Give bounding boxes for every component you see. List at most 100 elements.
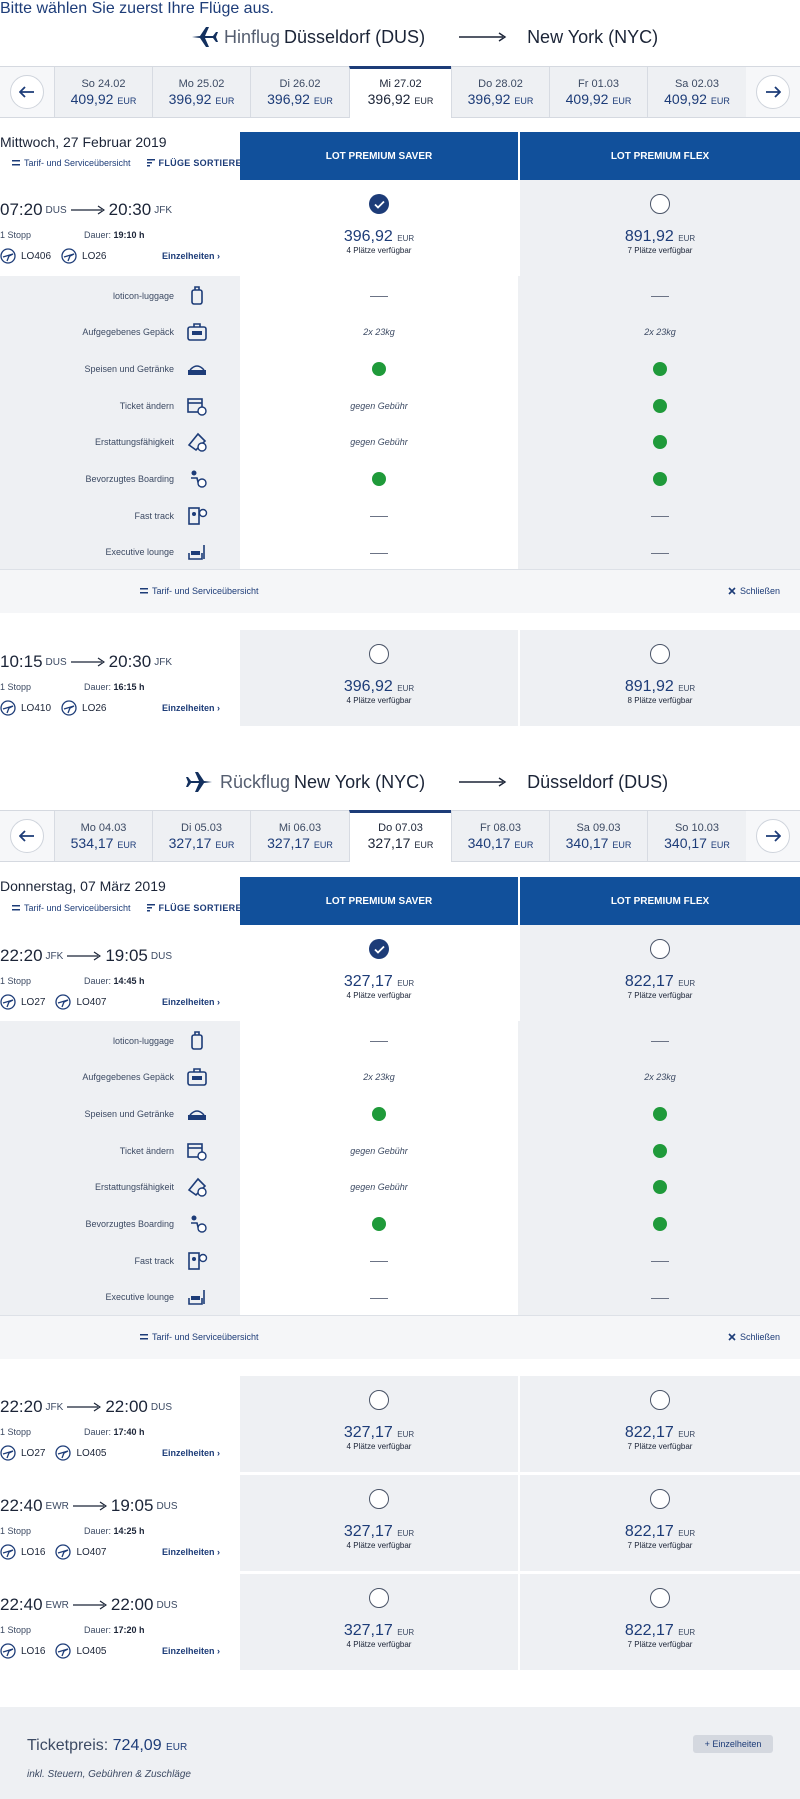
prev-dates-button[interactable] xyxy=(0,67,54,117)
service-value-flex xyxy=(520,1143,800,1158)
service-row: Fast track xyxy=(0,497,800,534)
date-option[interactable]: Di 05.03 327,17 EUR xyxy=(152,811,250,861)
sort-flights-button[interactable]: FLÜGE SORTIEREN xyxy=(146,903,249,913)
tariff-overview-link[interactable]: Tarif- und Serviceübersicht xyxy=(140,586,259,596)
flight-row[interactable]: 22:20 JFK 22:00 DUS 1 Stopp Dauer: 17:40 h … xyxy=(0,1397,238,1461)
prev-dates-button[interactable] xyxy=(0,811,54,861)
tariff-overview-link[interactable]: Tarif- und Serviceübersicht xyxy=(140,1332,259,1342)
included-check-icon xyxy=(372,1106,386,1121)
service-label: Erstattungsfähigkeit xyxy=(94,437,174,448)
flight-row[interactable]: 10:15 DUS 20:30 JFK 1 Stopp Dauer: 16:15 h … xyxy=(0,652,238,716)
service-label: Fast track xyxy=(134,1255,174,1266)
lot-logo-icon xyxy=(55,1643,72,1659)
selected-check-icon xyxy=(369,939,389,959)
date-option[interactable]: Mo 25.02 396,92 EUR xyxy=(152,67,250,117)
price-note: inkl. Steuern, Gebühren & Zuschläge xyxy=(27,1769,191,1780)
service-value-flex: 2x 23kg xyxy=(644,1072,676,1083)
fare-header-saver: LOT PREMIUM SAVER xyxy=(240,132,518,180)
fare-option-saver[interactable]: 327,17 EUR 4 Plätze verfügbar xyxy=(240,1376,518,1472)
flight-row[interactable]: 07:20 DUS 20:30 JFK 1 Stopp Dauer: 19:10 h … xyxy=(0,200,238,264)
outbound-toolbar: Tarif- und Serviceübersicht FLÜGE SORTIE… xyxy=(12,158,249,168)
service-comparison-outbound: loticon-luggage Aufgegebenes Gepäck 2x 23k… xyxy=(0,276,800,613)
radio-button[interactable] xyxy=(650,644,670,664)
fare-option-flex[interactable]: 822,17 EUR 7 Plätze verfügbar xyxy=(520,1376,800,1472)
arrow-left-icon xyxy=(19,86,34,98)
fare-option-saver[interactable]: 327,17 EUR 4 Plätze verfügbar xyxy=(240,925,518,1021)
details-link[interactable]: Einzelheiten › xyxy=(162,703,220,713)
date-option[interactable]: So 24.02 409,92 EUR xyxy=(54,67,152,117)
tariff-overview-link[interactable]: Tarif- und Serviceübersicht xyxy=(12,903,131,913)
service-value-flex xyxy=(520,1106,800,1121)
radio-button[interactable] xyxy=(369,644,389,664)
route-destination: Düsseldorf (DUS) xyxy=(527,771,669,792)
service-value-saver xyxy=(240,1256,518,1266)
date-option[interactable]: Do 28.02 396,92 EUR xyxy=(451,67,549,117)
fare-option-saver[interactable]: 396,92 EUR 4 Plätze verfügbar xyxy=(240,180,518,276)
close-button[interactable]: Schließen xyxy=(728,1332,780,1342)
fare-option-flex[interactable]: 822,17 EUR 7 Plätze verfügbar xyxy=(520,1475,800,1571)
service-value-flex xyxy=(520,511,800,521)
service-row: loticon-luggage xyxy=(0,1022,800,1059)
sort-flights-button[interactable]: FLÜGE SORTIEREN xyxy=(146,158,249,168)
radio-button[interactable] xyxy=(369,1588,389,1608)
details-link[interactable]: Einzelheiten › xyxy=(162,997,220,1007)
fare-option-flex[interactable]: 822,17 EUR 7 Plätze verfügbar xyxy=(520,925,800,1021)
date-option[interactable]: Fr 01.03 409,92 EUR xyxy=(549,67,647,117)
list-icon xyxy=(140,588,148,594)
tariff-overview-link[interactable]: Tarif- und Serviceübersicht xyxy=(12,158,131,168)
date-option[interactable]: Di 26.02 396,92 EUR xyxy=(250,67,349,117)
not-included-dash xyxy=(651,1297,669,1299)
luggage-icon xyxy=(191,1030,203,1050)
fare-option-flex[interactable]: 891,92 EUR 7 Plätze verfügbar xyxy=(520,180,800,276)
fare-option-saver[interactable]: 327,17 EUR 4 Plätze verfügbar xyxy=(240,1574,518,1670)
details-link[interactable]: Einzelheiten › xyxy=(162,1646,220,1656)
date-option-selected[interactable]: Mi 27.02 396,92 EUR xyxy=(349,66,451,118)
date-option[interactable]: So 10.03 340,17 EUR xyxy=(647,811,746,861)
details-link[interactable]: Einzelheiten › xyxy=(162,1547,220,1557)
radio-button[interactable] xyxy=(650,1489,670,1509)
details-link[interactable]: Einzelheiten › xyxy=(162,251,220,261)
included-check-icon xyxy=(653,1217,667,1231)
fare-option-flex[interactable]: 822,17 EUR 7 Plätze verfügbar xyxy=(520,1574,800,1670)
service-comparison-inbound: loticon-luggage Aufgegebenes Gepäck 2x 23k… xyxy=(0,1021,800,1359)
ticket-total-bar: Ticketpreis: 724,09 EUR inkl. Steuern, G… xyxy=(0,1707,800,1799)
date-option[interactable]: Fr 08.03 340,17 EUR xyxy=(451,811,549,861)
date-option[interactable]: Sa 09.03 340,17 EUR xyxy=(549,811,647,861)
not-included-dash xyxy=(370,295,388,297)
radio-button[interactable] xyxy=(650,1390,670,1410)
fare-option-flex[interactable]: 891,92 EUR 8 Plätze verfügbar xyxy=(520,630,800,726)
lot-logo-icon xyxy=(0,1544,16,1560)
date-option[interactable]: Mo 04.03 534,17 EUR xyxy=(54,811,152,861)
service-label: Ticket ändern xyxy=(119,1145,174,1156)
radio-button[interactable] xyxy=(369,1390,389,1410)
flight-row[interactable]: 22:40 EWR 19:05 DUS 1 Stopp Dauer: 14:25 h … xyxy=(0,1496,238,1560)
fast-track-icon xyxy=(188,506,208,525)
date-selector-outbound: So 24.02 409,92 EUR Mo 25.02 396,92 EUR Di… xyxy=(0,66,800,118)
service-value-flex xyxy=(520,291,800,301)
service-label: Fast track xyxy=(134,510,174,521)
refund-ticket-icon xyxy=(187,1178,207,1197)
service-value-flex xyxy=(520,398,800,413)
fare-option-saver[interactable]: 396,92 EUR 4 Plätze verfügbar xyxy=(240,630,518,726)
fare-option-saver[interactable]: 327,17 EUR 4 Plätze verfügbar xyxy=(240,1475,518,1571)
service-value-saver xyxy=(240,547,518,557)
next-dates-button[interactable] xyxy=(746,67,800,117)
details-link[interactable]: Einzelheiten › xyxy=(162,1448,220,1458)
date-option[interactable]: Mi 06.03 327,17 EUR xyxy=(250,811,349,861)
close-button[interactable]: Schließen xyxy=(728,586,780,596)
date-option[interactable]: Sa 02.03 409,92 EUR xyxy=(647,67,746,117)
date-option-selected[interactable]: Do 07.03 327,17 EUR xyxy=(349,810,451,862)
flight-row[interactable]: 22:20 JFK 19:05 DUS 1 Stopp Dauer: 14:45 h … xyxy=(0,946,238,1010)
included-check-icon xyxy=(372,361,386,376)
radio-button[interactable] xyxy=(650,194,670,214)
next-dates-button[interactable] xyxy=(746,811,800,861)
radio-button[interactable] xyxy=(650,939,670,959)
radio-button[interactable] xyxy=(369,1489,389,1509)
service-value-saver xyxy=(240,511,518,521)
radio-button[interactable] xyxy=(650,1588,670,1608)
flight-row[interactable]: 22:40 EWR 22:00 DUS 1 Stopp Dauer: 17:20 h … xyxy=(0,1595,238,1659)
route-origin: Düsseldorf (DUS) xyxy=(284,26,426,47)
service-value-saver xyxy=(240,1036,518,1046)
price-details-button[interactable]: + Einzelheiten xyxy=(693,1735,773,1753)
selected-check-icon xyxy=(369,194,389,214)
